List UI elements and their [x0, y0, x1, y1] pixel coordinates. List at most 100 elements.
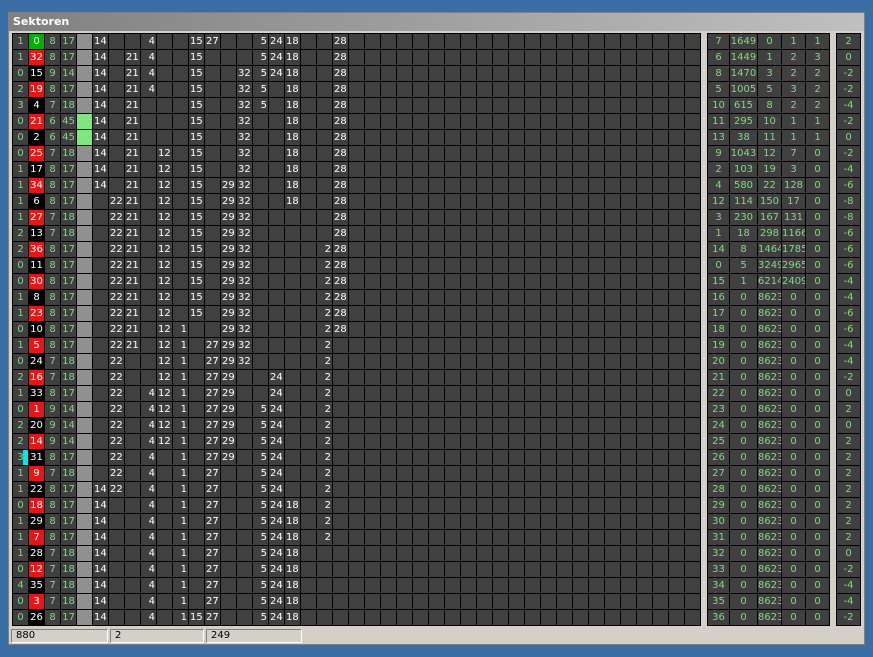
- sector-slot-cell: [620, 209, 636, 225]
- sector-slot-cell: 4: [140, 529, 156, 545]
- sector-slot-cell: [524, 353, 540, 369]
- sector-slot-cell: [124, 529, 140, 545]
- sector-size-cell: 7: [44, 353, 60, 369]
- sector-slot-cell: 15: [188, 161, 204, 177]
- stats-cell: 0: [729, 289, 757, 305]
- sector-slot-cell: [492, 81, 508, 97]
- sector-size-cell: 9: [44, 433, 60, 449]
- sector-slot-cell: [156, 49, 172, 65]
- stats-cell: 14: [707, 241, 729, 257]
- sector-slot-cell: 29: [220, 177, 236, 193]
- sector-slot-cell: 1: [172, 369, 188, 385]
- stats-cell: 19: [757, 161, 781, 177]
- sector-slot-cell: [284, 369, 300, 385]
- sector-indicator-cell: [76, 529, 92, 545]
- sector-slot-cell: [476, 353, 492, 369]
- sector-slot-cell: [460, 369, 476, 385]
- sector-slot-cell: [460, 209, 476, 225]
- sector-slot-cell: [572, 497, 588, 513]
- sector-slot-cell: [668, 353, 684, 369]
- sector-slot-cell: [572, 273, 588, 289]
- sector-value-cell: 17: [60, 49, 76, 65]
- sector-slot-cell: [588, 193, 604, 209]
- sector-slot-cell: [636, 145, 652, 161]
- sector-slot-cell: [92, 369, 108, 385]
- sector-slot-cell: [524, 193, 540, 209]
- sector-id-cell: 6: [28, 193, 44, 209]
- sector-slot-cell: [140, 129, 156, 145]
- sector-slot-cell: 32: [236, 81, 252, 97]
- stats-cell: 0: [781, 593, 805, 609]
- sector-slot-cell: [588, 433, 604, 449]
- sector-slot-cell: [444, 97, 460, 113]
- stats-cell: 0: [729, 401, 757, 417]
- sector-slot-cell: [396, 433, 412, 449]
- sector-slot-cell: [476, 497, 492, 513]
- sector-slot-cell: [220, 513, 236, 529]
- sector-size-cell: 8: [44, 305, 60, 321]
- sector-slot-cell: [476, 273, 492, 289]
- sector-slot-cell: [444, 401, 460, 417]
- stats-cell: 0: [781, 529, 805, 545]
- sector-slot-cell: [668, 321, 684, 337]
- sector-slot-cell: [652, 49, 668, 65]
- stats-cell: 0: [781, 481, 805, 497]
- sector-slot-cell: [172, 193, 188, 209]
- sector-slot-cell: [684, 449, 700, 465]
- sector-slot-cell: [220, 497, 236, 513]
- sector-slot-cell: [92, 305, 108, 321]
- sector-value-cell: 14: [60, 401, 76, 417]
- sector-slot-cell: [508, 113, 524, 129]
- sector-slot-cell: 28: [332, 305, 348, 321]
- sector-slot-cell: [412, 481, 428, 497]
- stats-cell: 8623: [757, 417, 783, 433]
- sector-slot-cell: [108, 65, 124, 81]
- sector-slot-cell: 12: [156, 305, 172, 321]
- sector-slot-cell: [668, 401, 684, 417]
- sector-slot-cell: [508, 417, 524, 433]
- sector-slot-cell: [364, 353, 380, 369]
- sector-size-cell: 7: [44, 369, 60, 385]
- sector-slot-cell: [396, 497, 412, 513]
- sector-slot-cell: 22: [108, 449, 124, 465]
- sector-slot-cell: 4: [140, 545, 156, 561]
- stats-cell: 114: [729, 193, 757, 209]
- sector-slot-cell: 12: [156, 385, 172, 401]
- status-panel-1: 880: [11, 629, 108, 643]
- sector-slot-cell: [348, 481, 364, 497]
- sector-slot-cell: [652, 545, 668, 561]
- stats-cell: 1785: [781, 241, 807, 257]
- sector-slot-cell: [476, 449, 492, 465]
- sector-slot-cell: [460, 257, 476, 273]
- sector-slot-cell: [492, 545, 508, 561]
- sector-slot-cell: 32: [236, 273, 252, 289]
- sector-slot-cell: [476, 65, 492, 81]
- sector-value-cell: 17: [60, 529, 76, 545]
- sector-slot-cell: 21: [124, 49, 140, 65]
- sector-slot-cell: [476, 97, 492, 113]
- sector-slot-cell: [492, 65, 508, 81]
- sector-slot-cell: [492, 129, 508, 145]
- sector-slot-cell: [620, 305, 636, 321]
- delta-cell: -4: [836, 161, 860, 177]
- sector-slot-cell: [300, 33, 316, 49]
- sector-slot-cell: [252, 257, 268, 273]
- sector-slot-cell: [220, 129, 236, 145]
- sector-slot-cell: [284, 449, 300, 465]
- sector-slot-cell: [668, 177, 684, 193]
- sector-slot-cell: [204, 97, 220, 113]
- sector-slot-cell: [636, 113, 652, 129]
- row-group-cell: 1: [12, 305, 28, 321]
- sector-slot-cell: [604, 481, 620, 497]
- sector-slot-cell: [572, 209, 588, 225]
- sector-slot-cell: [508, 145, 524, 161]
- sector-slot-cell: [268, 273, 284, 289]
- sector-slot-cell: 4: [140, 465, 156, 481]
- sector-size-cell: 8: [44, 337, 60, 353]
- stats-cell: 1005: [729, 81, 757, 97]
- sector-slot-cell: [636, 529, 652, 545]
- stats-cell: 0: [729, 337, 757, 353]
- sector-slot-cell: 12: [156, 337, 172, 353]
- sector-slot-cell: 32: [236, 257, 252, 273]
- sector-slot-cell: [524, 593, 540, 609]
